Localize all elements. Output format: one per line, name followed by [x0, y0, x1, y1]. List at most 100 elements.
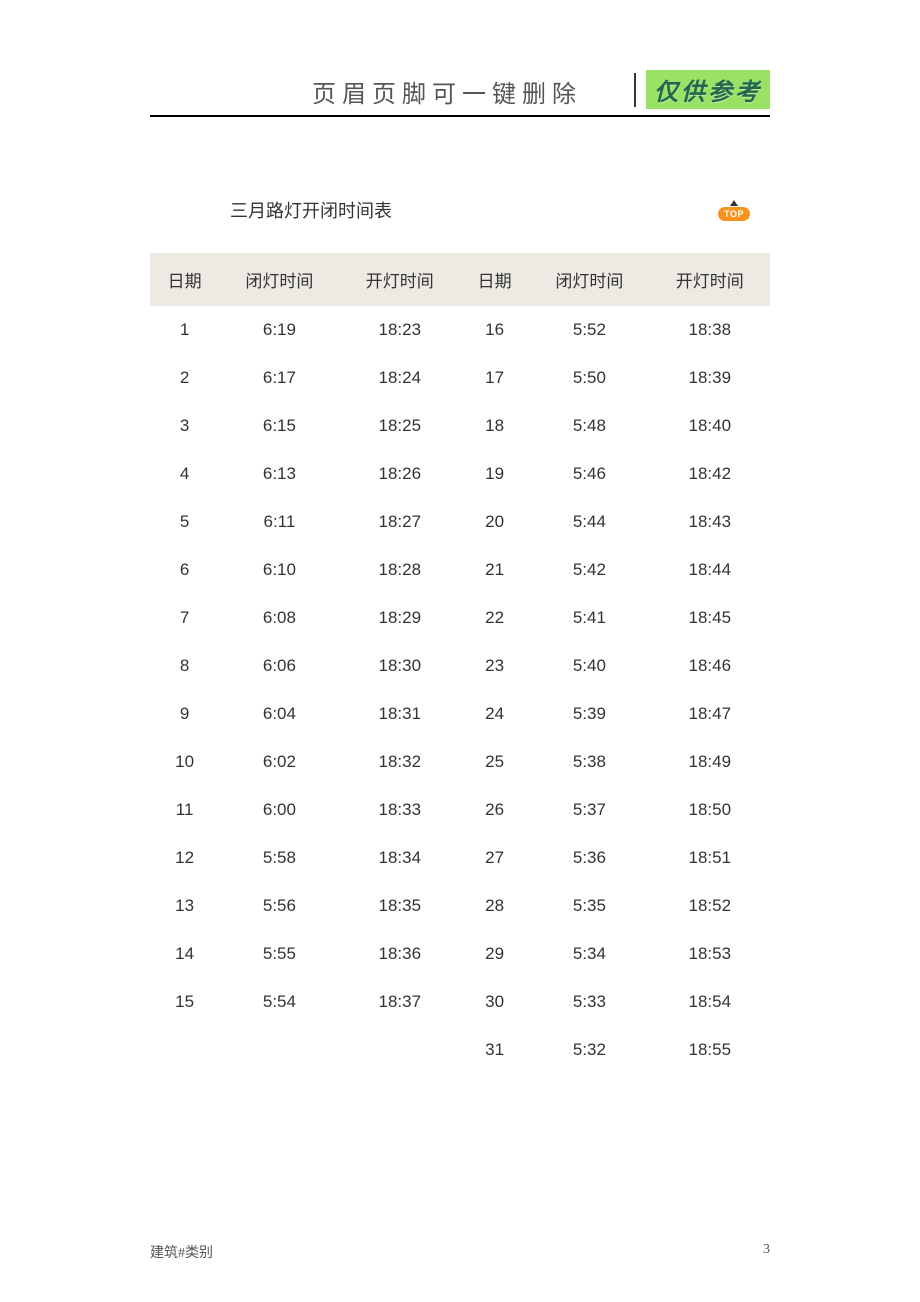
table-cell: 18:30: [340, 642, 460, 690]
table-cell: 5:38: [529, 738, 649, 786]
table-row: 155:5418:37305:3318:54: [150, 978, 770, 1026]
section-heading: 三月路灯开闭时间表: [230, 197, 392, 223]
table-cell: 12: [150, 834, 219, 882]
table-cell: 18:26: [340, 450, 460, 498]
table-cell: 18:46: [650, 642, 770, 690]
footer-left: 建筑#类别: [150, 1242, 213, 1262]
table-cell: 6:00: [219, 786, 339, 834]
table-header-row: 日期 闭灯时间 开灯时间 日期 闭灯时间 开灯时间: [150, 253, 770, 306]
table-row: 106:0218:32255:3818:49: [150, 738, 770, 786]
table-cell: 5:37: [529, 786, 649, 834]
table-cell: 6: [150, 546, 219, 594]
table-cell: 18:25: [340, 402, 460, 450]
table-cell: 8: [150, 642, 219, 690]
table-cell: 9: [150, 690, 219, 738]
table-cell: 29: [460, 930, 529, 978]
page-footer: 建筑#类别 3: [150, 1242, 770, 1262]
table-cell: 18:50: [650, 786, 770, 834]
top-label: TOP: [718, 207, 750, 221]
table-row: 315:3218:55: [150, 1026, 770, 1074]
table-cell: 5:46: [529, 450, 649, 498]
table-cell: 6:11: [219, 498, 339, 546]
table-row: 76:0818:29225:4118:45: [150, 594, 770, 642]
table-cell: 18:23: [340, 306, 460, 354]
table-row: 145:5518:36295:3418:53: [150, 930, 770, 978]
table-cell: 18:24: [340, 354, 460, 402]
table-cell: 7: [150, 594, 219, 642]
table-cell: 18:35: [340, 882, 460, 930]
table-cell: 5:39: [529, 690, 649, 738]
table-cell: 1: [150, 306, 219, 354]
table-row: 36:1518:25185:4818:40: [150, 402, 770, 450]
table-cell: 3: [150, 402, 219, 450]
table-cell: 18:39: [650, 354, 770, 402]
section-heading-row: 三月路灯开闭时间表 TOP: [150, 197, 770, 223]
table-cell: 18:52: [650, 882, 770, 930]
table-cell: 11: [150, 786, 219, 834]
table-cell: 27: [460, 834, 529, 882]
table-cell: [150, 1026, 219, 1074]
table-cell: 5:40: [529, 642, 649, 690]
table-cell: [219, 1026, 339, 1074]
go-top-button[interactable]: TOP: [718, 200, 750, 221]
col-on-a: 开灯时间: [340, 253, 460, 306]
table-cell: 5:56: [219, 882, 339, 930]
table-cell: 18:47: [650, 690, 770, 738]
table-cell: 30: [460, 978, 529, 1026]
table-row: 116:0018:33265:3718:50: [150, 786, 770, 834]
table-cell: 13: [150, 882, 219, 930]
table-cell: 5:55: [219, 930, 339, 978]
col-date-b: 日期: [460, 253, 529, 306]
table-cell: [340, 1026, 460, 1074]
table-cell: 15: [150, 978, 219, 1026]
table-cell: 5:50: [529, 354, 649, 402]
table-cell: 5:36: [529, 834, 649, 882]
table-cell: 18:51: [650, 834, 770, 882]
table-cell: 16: [460, 306, 529, 354]
table-cell: 21: [460, 546, 529, 594]
table-cell: 6:06: [219, 642, 339, 690]
reference-badge: 仅供参考: [646, 70, 770, 109]
table-cell: 18:36: [340, 930, 460, 978]
table-cell: 4: [150, 450, 219, 498]
table-cell: 5:48: [529, 402, 649, 450]
table-cell: 6:10: [219, 546, 339, 594]
table-cell: 6:17: [219, 354, 339, 402]
table-cell: 26: [460, 786, 529, 834]
table-cell: 6:02: [219, 738, 339, 786]
table-cell: 5:52: [529, 306, 649, 354]
table-cell: 5:44: [529, 498, 649, 546]
col-on-b: 开灯时间: [650, 253, 770, 306]
col-date-a: 日期: [150, 253, 219, 306]
table-row: 125:5818:34275:3618:51: [150, 834, 770, 882]
table-cell: 20: [460, 498, 529, 546]
table-cell: 6:15: [219, 402, 339, 450]
table-row: 56:1118:27205:4418:43: [150, 498, 770, 546]
table-row: 66:1018:28215:4218:44: [150, 546, 770, 594]
table-cell: 18:33: [340, 786, 460, 834]
table-cell: 17: [460, 354, 529, 402]
table-cell: 25: [460, 738, 529, 786]
table-cell: 22: [460, 594, 529, 642]
table-cell: 6:08: [219, 594, 339, 642]
table-cell: 19: [460, 450, 529, 498]
table-row: 46:1318:26195:4618:42: [150, 450, 770, 498]
col-off-b: 闭灯时间: [529, 253, 649, 306]
table-cell: 2: [150, 354, 219, 402]
table-cell: 18:49: [650, 738, 770, 786]
table-cell: 18:40: [650, 402, 770, 450]
table-cell: 18:44: [650, 546, 770, 594]
table-cell: 18:42: [650, 450, 770, 498]
table-cell: 14: [150, 930, 219, 978]
table-cell: 5:33: [529, 978, 649, 1026]
table-cell: 5:58: [219, 834, 339, 882]
table-cell: 5:35: [529, 882, 649, 930]
vertical-divider-icon: [634, 73, 636, 107]
header-title: 页眉页脚可一键删除: [150, 74, 634, 109]
table-cell: 5: [150, 498, 219, 546]
table-cell: 18:32: [340, 738, 460, 786]
table-cell: 6:04: [219, 690, 339, 738]
table-cell: 18:37: [340, 978, 460, 1026]
table-cell: 18:54: [650, 978, 770, 1026]
table-cell: 24: [460, 690, 529, 738]
